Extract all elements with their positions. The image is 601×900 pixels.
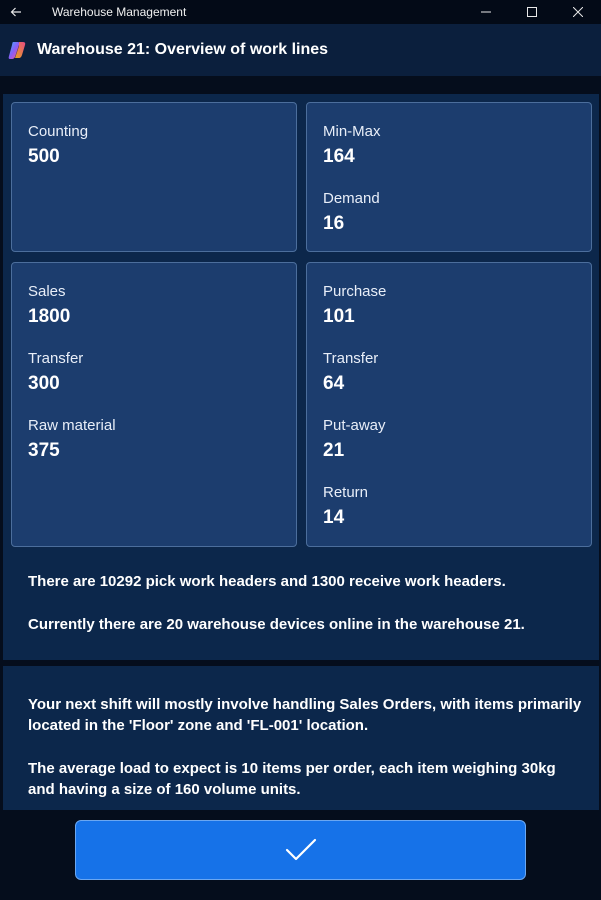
metric-value: 375 [28, 440, 60, 461]
outbound-card: Sales 1800 Transfer 300 Raw material 375 [11, 262, 297, 547]
counting-metric: Counting 500 [28, 123, 88, 169]
load-description: The average load to expect is 10 items p… [28, 760, 556, 798]
metric-label: Sales [28, 283, 66, 300]
metric-label: Return [323, 484, 369, 501]
metric-value: 16 [323, 213, 345, 234]
metric-label: Min-Max [323, 123, 381, 140]
shift-description: Your next shift will mostly involve hand… [28, 696, 582, 734]
maximize-button[interactable] [509, 0, 555, 24]
metric-label: Raw material [28, 417, 116, 434]
putaway-metric: Put-away 21 [323, 417, 386, 463]
demand-metric: Demand 16 [323, 190, 380, 236]
raw-material-metric: Raw material 375 [28, 417, 116, 463]
title-bar: Warehouse Management [0, 0, 601, 24]
transfer-metric: Transfer 64 [323, 350, 378, 396]
shift-panel: Your next shift will mostly involve hand… [3, 666, 599, 810]
metric-value: 1800 [28, 306, 71, 327]
checkmark-icon [285, 838, 316, 861]
purchase-metric: Purchase 101 [323, 283, 386, 329]
maximize-icon [527, 7, 537, 17]
close-icon [573, 7, 583, 17]
back-button[interactable] [0, 0, 32, 24]
app-header: Warehouse 21: Overview of work lines [0, 24, 601, 76]
minmax-metric: Min-Max 164 [323, 123, 381, 169]
metric-value: 64 [323, 373, 345, 394]
sales-metric: Sales 1800 [28, 283, 70, 329]
inbound-card: Purchase 101 Transfer 64 Put-away 21 Ret… [306, 262, 592, 547]
back-arrow-icon [10, 7, 21, 17]
metric-value: 21 [323, 440, 345, 461]
counting-card: Counting 500 [11, 102, 297, 252]
metric-value: 101 [323, 306, 355, 327]
metric-value: 500 [28, 146, 60, 167]
metric-label: Demand [323, 190, 380, 207]
metric-value: 14 [323, 507, 345, 528]
page-title: Warehouse 21: Overview of work lines [37, 41, 329, 58]
metric-label: Purchase [323, 283, 387, 300]
metric-value: 164 [323, 146, 355, 167]
transfer-metric: Transfer 300 [28, 350, 83, 396]
metric-label: Transfer [323, 350, 379, 367]
metric-value: 300 [28, 373, 60, 394]
replenishment-card: Min-Max 164 Demand 16 [306, 102, 592, 252]
return-metric: Return 14 [323, 484, 368, 530]
metric-label: Counting [28, 123, 89, 140]
minimize-icon [481, 11, 491, 13]
window-title: Warehouse Management [52, 5, 187, 19]
work-headers-summary: There are 10292 pick work headers and 13… [28, 573, 506, 590]
copilot-logo-icon [8, 42, 26, 59]
minimize-button[interactable] [463, 0, 509, 24]
confirm-button[interactable] [75, 820, 526, 880]
metric-label: Put-away [323, 417, 386, 434]
devices-summary: Currently there are 20 warehouse devices… [28, 616, 525, 633]
close-button[interactable] [555, 0, 601, 24]
metric-label: Transfer [28, 350, 84, 367]
overview-panel: Counting 500 Min-Max 164 Demand 16 Sales… [3, 94, 599, 660]
